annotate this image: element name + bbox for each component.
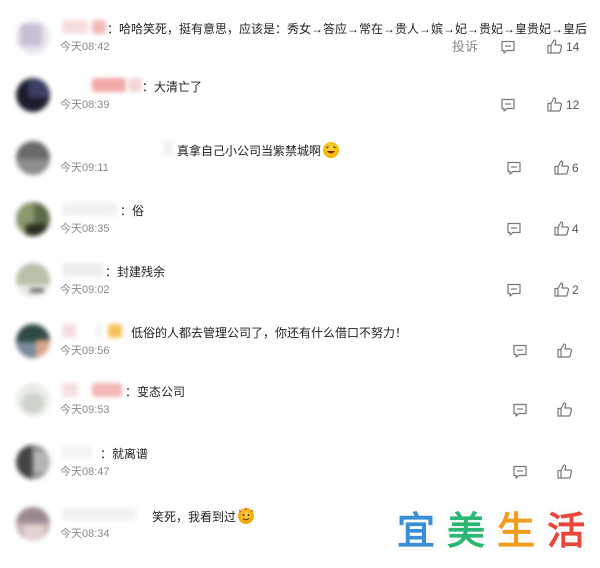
watermark-logo: 宜 美 生 活	[393, 508, 589, 556]
comment-time: 今天08:39	[60, 99, 110, 111]
comment-item: ：俗 今天08:35 4	[0, 200, 600, 260]
comment-item: ：大清亡了 今天08:39 12	[0, 76, 600, 136]
laughing-emoji-icon	[323, 142, 340, 158]
watermark-char: 生	[493, 508, 539, 554]
comment-text: ：大清亡了	[142, 80, 203, 94]
username-blurred[interactable]	[62, 202, 118, 216]
comment-time: 今天09:56	[60, 345, 110, 357]
like-count: 2	[572, 283, 579, 297]
thumb-up-icon[interactable]	[556, 401, 573, 418]
avatar[interactable]	[16, 383, 50, 417]
username-blurred[interactable]	[108, 324, 122, 338]
like-count: 14	[566, 40, 580, 54]
comment-item: ：封建残余 今天09:02 2	[0, 261, 600, 321]
comment-reply-icon[interactable]	[506, 282, 522, 298]
username-blurred[interactable]	[164, 141, 172, 155]
watermark-char: 美	[443, 508, 489, 554]
comment-text: ：封建残余	[105, 265, 166, 279]
username-blurred[interactable]	[92, 78, 126, 92]
comment-text: ：变态公司	[125, 385, 186, 399]
avatar[interactable]	[16, 78, 50, 112]
comment-reply-icon[interactable]	[506, 221, 522, 237]
thumb-up-icon[interactable]	[553, 281, 570, 298]
comment-time: 今天09:02	[60, 284, 110, 296]
username-blurred[interactable]	[62, 20, 88, 34]
comment-reply-icon[interactable]	[506, 160, 522, 176]
comment-item: ：哈哈笑死，挺有意思，应该是：秀女→答应→常在→贵人→嫔→妃→贵妃→皇贵妃→皇后…	[0, 18, 600, 78]
report-button[interactable]: 投诉	[452, 39, 478, 55]
username-blurred[interactable]	[62, 383, 78, 397]
comment-time: 今天08:42	[60, 41, 110, 53]
comment-time: 今天08:35	[60, 223, 110, 235]
username-blurred[interactable]	[62, 445, 92, 459]
thumb-up-icon[interactable]	[546, 96, 563, 113]
comment-time: 今天08:34	[60, 528, 110, 540]
avatar[interactable]	[16, 324, 50, 358]
comment-text: ：哈哈笑死，挺有意思，应该是：秀女→答应→常在→贵人→嫔→妃→贵妃→皇贵妃→皇后	[107, 22, 588, 36]
comment-reply-icon[interactable]	[500, 39, 516, 55]
username-blurred[interactable]	[92, 383, 122, 397]
comment-item: 低俗的人都去管理公司了，你还有什么借口不努力！ 今天09:56	[0, 322, 600, 382]
like-count: 4	[572, 222, 579, 236]
comment-item: 真拿自己小公司当紫禁城啊 今天09:11 6	[0, 139, 600, 199]
comment-time: 今天08:47	[60, 466, 110, 478]
avatar[interactable]	[16, 507, 50, 541]
username-blurred[interactable]	[92, 20, 106, 34]
thumb-up-icon[interactable]	[546, 38, 563, 55]
avatar[interactable]	[16, 202, 50, 236]
watermark-char: 活	[543, 508, 589, 554]
comment-text: ：俗	[120, 204, 145, 218]
comment-item: ：变态公司 今天09:53	[0, 381, 600, 441]
comment-reply-icon[interactable]	[512, 464, 528, 480]
comment-reply-icon[interactable]	[500, 97, 516, 113]
username-blurred[interactable]	[62, 324, 76, 338]
like-count: 12	[566, 98, 580, 112]
thumb-up-icon[interactable]	[553, 159, 570, 176]
watermark-char: 宜	[393, 508, 439, 554]
thumb-up-icon[interactable]	[553, 220, 570, 237]
comment-time: 今天09:11	[60, 162, 109, 174]
username-blurred[interactable]	[62, 263, 104, 277]
comment-text: ：就离谱	[100, 447, 149, 461]
avatar[interactable]	[16, 445, 50, 479]
comment-reply-icon[interactable]	[512, 343, 528, 359]
avatar[interactable]	[16, 263, 50, 297]
comment-text: 真拿自己小公司当紫禁城啊	[177, 142, 340, 159]
username-blurred[interactable]	[128, 78, 142, 92]
avatar[interactable]	[16, 20, 50, 54]
thumb-up-icon[interactable]	[556, 342, 573, 359]
avatar[interactable]	[16, 141, 50, 175]
party-emoji-icon	[238, 508, 255, 524]
username-blurred[interactable]	[96, 324, 102, 338]
thumb-up-icon[interactable]	[556, 463, 573, 480]
like-count: 6	[572, 161, 579, 175]
comment-time: 今天09:53	[60, 404, 110, 416]
comment-text: 低俗的人都去管理公司了，你还有什么借口不努力！	[131, 326, 408, 340]
username-blurred[interactable]	[62, 507, 136, 521]
comment-text: 笑死，我看到过	[152, 508, 255, 525]
comment-reply-icon[interactable]	[512, 402, 528, 418]
comment-item: ：就离谱 今天08:47	[0, 443, 600, 503]
